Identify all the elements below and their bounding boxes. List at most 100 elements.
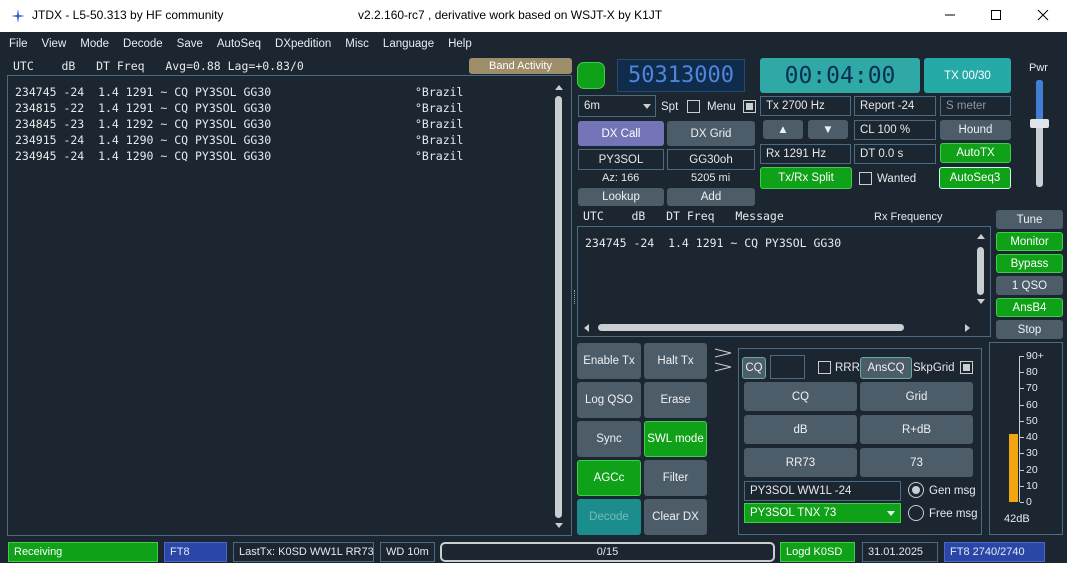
tx-frequency[interactable]: Tx 2700 Hz: [760, 96, 851, 116]
utc-clock: 00:04:00: [760, 58, 920, 93]
filter-button[interactable]: Filter: [644, 460, 707, 496]
close-button[interactable]: [1020, 0, 1066, 30]
dx-call-field[interactable]: PY3SOL: [578, 149, 664, 170]
status-last-tx: LastTx: K0SD WW1L RR73: [233, 542, 374, 562]
rx-frequency[interactable]: Rx 1291 Hz: [760, 144, 851, 164]
maximize-button[interactable]: [973, 0, 1019, 30]
monitor-button[interactable]: Monitor: [996, 232, 1063, 251]
swl-mode-button[interactable]: SWL mode: [644, 421, 707, 457]
menu-decode[interactable]: Decode: [123, 38, 163, 50]
tune-button[interactable]: Tune: [996, 210, 1063, 229]
pwr-label: Pwr: [1029, 62, 1048, 74]
cq-suffix-input[interactable]: [770, 355, 805, 379]
smeter-field[interactable]: S meter: [940, 96, 1011, 116]
pwr-slider-handle[interactable]: [1030, 119, 1049, 128]
splitter-handle[interactable]: [574, 290, 576, 304]
msg-rdb-button[interactable]: R+dB: [860, 415, 973, 444]
band-activity-panel[interactable]: 234745 -24 1.4 1291 ~ CQ PY3SOL GG30 °Bra…: [7, 75, 572, 536]
dx-grid-field[interactable]: GG30oh: [667, 149, 755, 170]
skpgrid-checkbox[interactable]: [960, 361, 973, 374]
menu-dxpedition[interactable]: DXpedition: [275, 38, 331, 50]
bypass-button[interactable]: Bypass: [996, 254, 1063, 273]
menu-save[interactable]: Save: [177, 38, 203, 50]
gen-msg-input[interactable]: PY3SOL WW1L -24: [744, 481, 901, 501]
rx-vertical-scrollbar[interactable]: [975, 231, 987, 307]
tx-period-button[interactable]: TX 00/30: [924, 58, 1011, 93]
menu-language[interactable]: Language: [383, 38, 434, 50]
msg-grid-button[interactable]: Grid: [860, 382, 973, 411]
rx-frequency-panel[interactable]: 234745 -24 1.4 1291 ~ CQ PY3SOL GG30: [577, 226, 991, 337]
rx-horizontal-scrollbar[interactable]: [582, 321, 974, 333]
meter-tick-label: 10: [1026, 479, 1038, 492]
msg-cq-button[interactable]: CQ: [744, 382, 857, 411]
lookup-button[interactable]: Lookup: [578, 188, 664, 206]
report-field[interactable]: Report -24: [854, 96, 936, 116]
tx-rx-split-button[interactable]: Tx/Rx Split: [760, 167, 852, 189]
stop-button[interactable]: Stop: [996, 320, 1063, 339]
free-msg-radio[interactable]: [908, 505, 924, 521]
menu-checkbox[interactable]: [743, 100, 756, 113]
meter-tick: [1020, 437, 1024, 439]
spt-checkbox[interactable]: [687, 100, 700, 113]
halt-tx-button[interactable]: Halt Tx: [644, 343, 707, 379]
agcc-button[interactable]: AGCc: [577, 460, 641, 496]
wanted-checkbox[interactable]: [859, 172, 872, 185]
minimize-button[interactable]: [927, 0, 973, 30]
band-activity-scrollbar[interactable]: [553, 82, 565, 529]
add-button[interactable]: Add: [667, 188, 755, 206]
free-msg-select[interactable]: PY3SOL TNX 73: [744, 503, 901, 523]
band-activity-row[interactable]: 234945 -24 1.4 1290 ~ CQ PY3SOL GG30 °Bra…: [15, 149, 463, 165]
menu-misc[interactable]: Misc: [345, 38, 369, 50]
erase-button[interactable]: Erase: [644, 382, 707, 418]
status-mode-right: FT8 2740/2740: [944, 542, 1045, 562]
dx-call-button[interactable]: DX Call: [578, 121, 664, 146]
msg-rr73-button[interactable]: RR73: [744, 448, 857, 477]
scroll-thumb[interactable]: [555, 96, 562, 518]
chevron-down-icon: [887, 511, 895, 516]
msg-73-button[interactable]: 73: [860, 448, 973, 477]
one-qso-button[interactable]: 1 QSO: [996, 276, 1063, 295]
rx-frequency-row[interactable]: 234745 -24 1.4 1291 ~ CQ PY3SOL GG30: [585, 236, 841, 250]
freq-up-button[interactable]: ▲: [763, 120, 803, 139]
ansb4-button[interactable]: AnsB4: [996, 298, 1063, 317]
band-select[interactable]: 6m: [578, 95, 656, 117]
meter-tick: [1020, 372, 1024, 374]
menu-mode[interactable]: Mode: [80, 38, 109, 50]
free-msg-label: Free msg: [929, 508, 978, 520]
dx-grid-button[interactable]: DX Grid: [667, 121, 755, 146]
anscq-button[interactable]: AnsCQ: [860, 357, 912, 379]
pwr-slider-track[interactable]: [1036, 80, 1043, 187]
sync-button[interactable]: Sync: [577, 421, 641, 457]
msg-db-button[interactable]: dB: [744, 415, 857, 444]
dt-field[interactable]: DT 0.0 s: [854, 144, 936, 164]
scroll-thumb[interactable]: [977, 247, 984, 295]
distance: 5205 mi: [691, 172, 731, 184]
autotx-button[interactable]: AutoTX: [940, 143, 1011, 163]
frequency-display[interactable]: 50313000: [617, 59, 745, 92]
h-scroll-thumb[interactable]: [598, 324, 904, 331]
menu-file[interactable]: File: [9, 38, 28, 50]
gen-msg-radio[interactable]: [908, 482, 924, 498]
arrow-up-icon: ▲: [777, 123, 789, 136]
band-activity-row[interactable]: 234915 -24 1.4 1290 ~ CQ PY3SOL GG30 °Bra…: [15, 133, 463, 149]
enable-tx-button[interactable]: Enable Tx: [577, 343, 641, 379]
freq-down-button[interactable]: ▼: [808, 120, 848, 139]
log-qso-button[interactable]: Log QSO: [577, 382, 641, 418]
menu-view[interactable]: View: [42, 38, 67, 50]
decode-button[interactable]: Decode: [577, 499, 641, 535]
rrr-checkbox[interactable]: [818, 361, 831, 374]
meter-bar: [1009, 433, 1018, 502]
cl-field[interactable]: CL 100 %: [854, 120, 936, 140]
band-activity-button[interactable]: Band Activity: [469, 58, 572, 74]
band-activity-row[interactable]: 234745 -24 1.4 1291 ~ CQ PY3SOL GG30 °Bra…: [15, 85, 463, 101]
menu-help[interactable]: Help: [448, 38, 472, 50]
hound-button[interactable]: Hound: [940, 120, 1011, 140]
menu-autoseq[interactable]: AutoSeq: [217, 38, 261, 50]
clear-dx-button[interactable]: Clear DX: [644, 499, 707, 535]
tab-switch-icon[interactable]: [713, 345, 735, 377]
band-activity-row[interactable]: 234845 -23 1.4 1292 ~ CQ PY3SOL GG30 °Bra…: [15, 117, 463, 133]
cq-label-button[interactable]: CQ: [742, 357, 766, 379]
autoseq-button[interactable]: AutoSeq3: [939, 167, 1011, 189]
band-activity-row[interactable]: 234815 -22 1.4 1291 ~ CQ PY3SOL GG30 °Bra…: [15, 101, 463, 117]
status-mode: FT8: [164, 542, 227, 562]
